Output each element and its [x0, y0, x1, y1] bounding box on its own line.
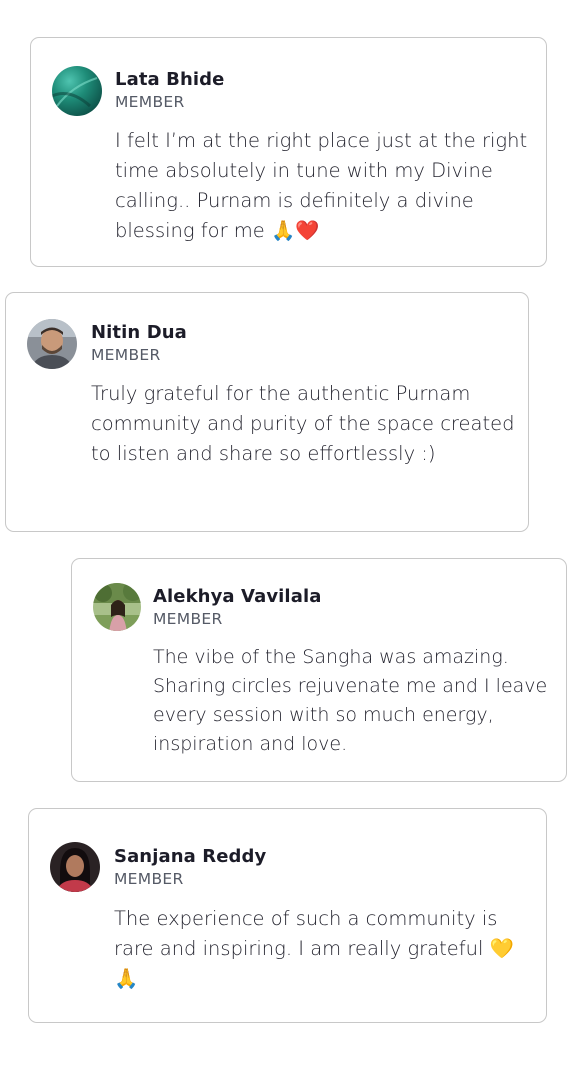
testimonial-card: Nitin Dua MEMBER Truly grateful for the … — [5, 292, 529, 532]
member-role: MEMBER — [115, 93, 185, 111]
avatar-photo — [50, 842, 100, 892]
member-role: MEMBER — [91, 346, 161, 364]
member-role: MEMBER — [153, 610, 223, 628]
testimonial-card: Alekhya Vavilala MEMBER The vibe of the … — [71, 558, 567, 782]
testimonial-quote: The experience of such a community is ra… — [114, 907, 514, 990]
testimonial-card: Lata Bhide MEMBER I felt I’m at the righ… — [30, 37, 547, 267]
avatar — [93, 583, 141, 631]
testimonial-quote: The vibe of the Sangha was amazing. Shar… — [153, 646, 548, 755]
member-name: Sanjana Reddy — [114, 846, 267, 867]
avatar-photo — [52, 66, 102, 116]
avatar-photo — [27, 319, 77, 369]
avatar — [52, 66, 102, 116]
member-name: Nitin Dua — [91, 322, 187, 343]
avatar — [27, 319, 77, 369]
avatar-photo — [93, 583, 141, 631]
testimonial-card: Sanjana Reddy MEMBER The experience of s… — [28, 808, 547, 1023]
member-name: Lata Bhide — [115, 69, 225, 90]
testimonial-quote: Truly grateful for the authentic Purnam … — [91, 382, 515, 465]
member-name: Alekhya Vavilala — [153, 586, 322, 607]
member-role: MEMBER — [114, 870, 184, 888]
avatar — [50, 842, 100, 892]
testimonial-quote: I felt I’m at the right place just at th… — [115, 129, 528, 242]
